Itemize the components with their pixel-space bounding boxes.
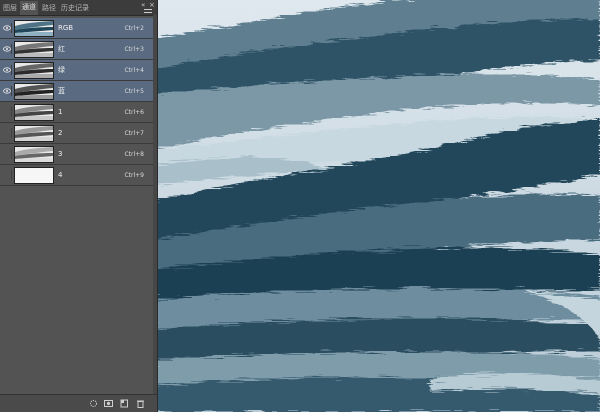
- channel-name: 2: [58, 129, 63, 137]
- channel-name: 1: [58, 108, 63, 116]
- save-selection-icon[interactable]: [104, 399, 113, 408]
- channel-shortcut: Ctrl+7: [124, 130, 144, 137]
- channel-thumbnail: [14, 167, 54, 184]
- channel-thumbnail: [14, 20, 54, 37]
- tab-paths[interactable]: 路径: [40, 2, 58, 15]
- load-selection-icon[interactable]: [89, 399, 98, 408]
- channel-row[interactable]: 红 Ctrl+3: [0, 39, 154, 60]
- ink-foreground: [155, 247, 600, 412]
- channel-row[interactable]: 绿 Ctrl+4: [0, 60, 154, 81]
- eye-icon[interactable]: [3, 44, 12, 54]
- channel-name: 3: [58, 150, 63, 158]
- channel-shortcut: Ctrl+5: [124, 88, 144, 95]
- delete-channel-icon[interactable]: [136, 399, 145, 408]
- channel-row[interactable]: RGB Ctrl+2: [0, 18, 154, 39]
- channel-row[interactable]: 2 Ctrl+7: [0, 123, 154, 144]
- panel-tab-bar: 图层 通道 路径 历史记录 « ×: [0, 0, 157, 16]
- channel-shortcut: Ctrl+8: [124, 151, 144, 158]
- channel-thumbnail: [14, 146, 54, 163]
- channel-row[interactable]: 3 Ctrl+8: [0, 144, 154, 165]
- channel-row[interactable]: 4 Ctrl+9: [0, 165, 154, 186]
- eye-icon[interactable]: [3, 170, 12, 180]
- new-channel-icon[interactable]: [120, 399, 129, 408]
- eye-icon[interactable]: [3, 149, 12, 159]
- panel-menu-icon[interactable]: [144, 9, 152, 17]
- tab-channels[interactable]: 通道: [20, 1, 38, 15]
- panel-bottom-bar: [0, 394, 157, 412]
- channel-thumbnail: [14, 125, 54, 142]
- channel-thumbnail: [14, 62, 54, 79]
- eye-icon[interactable]: [3, 86, 12, 96]
- channel-shortcut: Ctrl+6: [124, 109, 144, 116]
- channel-thumbnail: [14, 104, 54, 121]
- eye-icon[interactable]: [3, 128, 12, 138]
- channel-list: RGB Ctrl+2 红 Ctrl+3 绿 Ctrl+4 蓝 Ctrl+5 1 Ctrl+6 2 Ct…: [0, 18, 154, 186]
- eye-icon[interactable]: [3, 107, 12, 117]
- channel-row[interactable]: 1 Ctrl+6: [0, 102, 154, 123]
- panel-scrollbar[interactable]: [153, 15, 157, 395]
- channel-shortcut: Ctrl+2: [124, 25, 144, 32]
- channel-shortcut: Ctrl+3: [124, 46, 144, 53]
- channel-name: 蓝: [58, 87, 65, 95]
- channels-panel: 图层 通道 路径 历史记录 « × RGB Ctrl+2 红 Ctrl+3 绿 Ctrl+…: [0, 0, 158, 412]
- channel-name: RGB: [58, 24, 74, 32]
- channel-thumbnail: [14, 41, 54, 58]
- channel-shortcut: Ctrl+9: [124, 172, 144, 179]
- eye-icon[interactable]: [3, 65, 12, 75]
- channel-shortcut: Ctrl+4: [124, 67, 144, 74]
- tab-history[interactable]: 历史记录: [61, 2, 89, 15]
- channel-name: 4: [58, 171, 63, 179]
- channel-row[interactable]: 蓝 Ctrl+5: [0, 81, 154, 102]
- channel-thumbnail: [14, 83, 54, 100]
- channel-name: 绿: [58, 66, 65, 74]
- tab-layers[interactable]: 图层: [2, 2, 18, 15]
- channel-name: 红: [58, 45, 65, 53]
- eye-icon[interactable]: [3, 23, 12, 33]
